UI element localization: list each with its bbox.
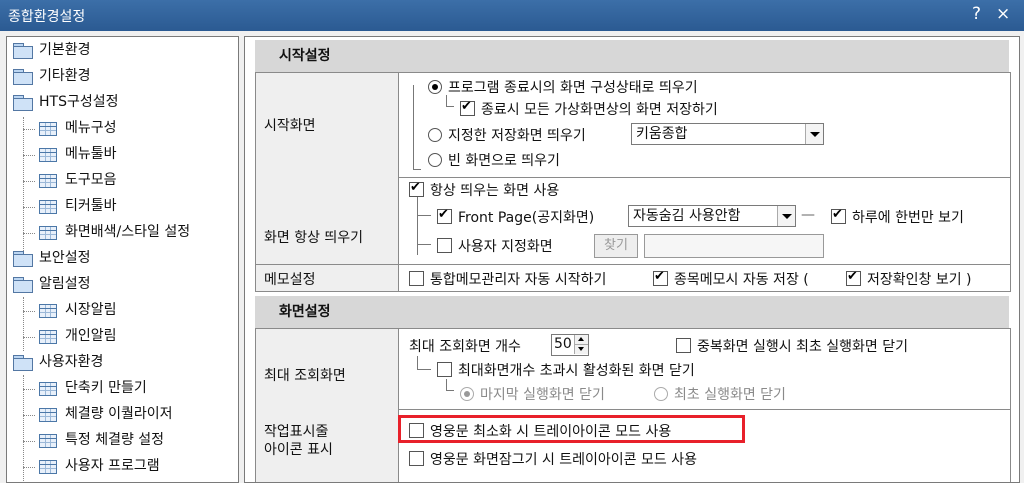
- help-button[interactable]: ?: [972, 4, 981, 24]
- user-defined-input[interactable]: [644, 234, 824, 258]
- checkbox-close-duplicate[interactable]: 중복화면 실행시 최초 실행화면 닫기: [676, 336, 908, 356]
- folder-icon: [13, 69, 33, 85]
- row-start-screen: 시작화면 프로그램 종료시의 화면 구성상태로 띄우기 종료시 모든 가상화면상…: [255, 72, 1011, 178]
- checkbox-user-defined[interactable]: 사용자 지정화면: [437, 236, 553, 256]
- tree-item-hts-config[interactable]: HTS구성설정: [7, 91, 236, 113]
- tree-item-alerts[interactable]: 알림설정: [7, 273, 236, 295]
- folder-icon: [13, 251, 33, 267]
- checkbox-memo-auto-save[interactable]: 종목메모시 자동 저장 (: [653, 269, 809, 289]
- checkbox-save-on-exit[interactable]: 종료시 모든 가상화면상의 화면 저장하기: [460, 99, 718, 119]
- tree-item-personal-alert[interactable]: 개인알림: [7, 325, 236, 347]
- tree-item-ticker-toolbar[interactable]: 티커툴바: [7, 195, 236, 217]
- window-titlebar: 종합환경설정 ? ×: [0, 0, 1024, 31]
- checkbox-lock-tray[interactable]: 영웅문 화면잠그기 시 트레이아이콘 모드 사용: [409, 449, 697, 469]
- chevron-down-icon[interactable]: [777, 206, 795, 226]
- grid-icon: [39, 304, 57, 318]
- tree-item-toolbox[interactable]: 도구모음: [7, 169, 236, 191]
- tree-item-equalizer[interactable]: 체결량 이퀄라이저: [7, 403, 236, 425]
- highlight-box: [398, 415, 745, 443]
- section-header-screen: 화면설정: [255, 296, 1009, 328]
- saved-screen-select[interactable]: 키움종합: [631, 123, 824, 145]
- radio-close-last[interactable]: 마지막 실행화면 닫기: [460, 384, 605, 404]
- tree-item-shortcuts[interactable]: 단축키 만들기: [7, 377, 236, 399]
- separator-dash: —: [801, 207, 815, 223]
- grid-icon: [39, 226, 57, 240]
- folder-icon: [13, 43, 33, 59]
- row-memo: 메모설정 통합메모관리자 자동 시작하기 종목메모시 자동 저장 ( 저장확인창…: [255, 265, 1011, 292]
- grid-icon: [39, 122, 57, 136]
- grid-icon: [39, 382, 57, 396]
- grid-icon: [39, 174, 57, 188]
- radio-restore[interactable]: 프로그램 종료시의 화면 구성상태로 띄우기: [428, 77, 698, 97]
- tree-item-menu-config[interactable]: 메뉴구성: [7, 117, 236, 139]
- tree-item-basic[interactable]: 기본환경: [7, 39, 236, 61]
- grid-icon: [39, 408, 57, 422]
- max-count-stepper[interactable]: 50: [551, 334, 589, 356]
- tree-item-volume-setting[interactable]: 특정 체결량 설정: [7, 429, 236, 451]
- tree-item-etc[interactable]: 기타환경: [7, 65, 236, 87]
- row-label: 시작화면: [256, 73, 399, 177]
- row-always-on: 화면 항상 띄우기 항상 띄우는 화면 사용 Front Page(공지화면) …: [255, 177, 1011, 265]
- grid-icon: [39, 330, 57, 344]
- chevron-up-icon[interactable]: [574, 335, 588, 345]
- folder-open-icon: [13, 277, 33, 293]
- row-label: 화면 항상 띄우기: [256, 177, 399, 264]
- grid-icon: [39, 200, 57, 214]
- radio-blank[interactable]: 빈 화면으로 띄우기: [428, 150, 560, 170]
- tree-item-user-env[interactable]: 사용자환경: [7, 351, 236, 373]
- close-button[interactable]: ×: [996, 4, 1010, 24]
- grid-icon: [39, 460, 57, 474]
- tree-item-menu-toolbar[interactable]: 메뉴툴바: [7, 143, 236, 165]
- checkbox-close-on-exceed[interactable]: 최대화면개수 초과시 활성화된 화면 닫기: [437, 360, 695, 380]
- folder-open-icon: [13, 95, 33, 111]
- front-page-select[interactable]: 자동숨김 사용안함: [628, 205, 796, 227]
- row-label: 최대 조회화면: [256, 329, 399, 409]
- settings-panel: 시작설정 시작화면 프로그램 종료시의 화면 구성상태로 띄우기 종료시 모든 …: [244, 36, 1020, 483]
- settings-tree: 기본환경 기타환경 HTS구성설정 메뉴구성 메뉴툴바 도구모음 티커툴바 화면…: [6, 36, 239, 483]
- checkbox-once-a-day[interactable]: 하루에 한번만 보기: [831, 207, 964, 227]
- checkbox-memo-confirm[interactable]: 저장확인창 보기 ): [846, 269, 972, 289]
- find-button[interactable]: 찾기: [594, 234, 638, 258]
- chevron-down-icon[interactable]: [805, 124, 823, 144]
- radio-saved-screen[interactable]: 지정한 저장화면 띄우기: [428, 125, 586, 145]
- folder-open-icon: [13, 355, 33, 371]
- checkbox-front-page[interactable]: Front Page(공지화면): [437, 207, 594, 227]
- tree-item-user-program[interactable]: 사용자 프로그램: [7, 455, 236, 477]
- tree-item-market-alert[interactable]: 시장알림: [7, 299, 236, 321]
- checkbox-memo-auto-start[interactable]: 통합메모관리자 자동 시작하기: [409, 269, 606, 289]
- grid-icon: [39, 434, 57, 448]
- checkbox-use-always[interactable]: 항상 띄우는 화면 사용: [409, 180, 559, 200]
- chevron-down-icon[interactable]: [574, 345, 588, 354]
- max-count-label: 최대 조회화면 개수: [409, 339, 521, 355]
- tree-item-color-style[interactable]: 화면배색/스타일 설정: [7, 221, 236, 243]
- section-header-start: 시작설정: [255, 40, 1009, 72]
- row-max-screens: 최대 조회화면 최대 조회화면 개수 50 중복화면 실행시 최초 실행화면 닫…: [255, 328, 1011, 410]
- window-title: 종합환경설정: [8, 9, 86, 25]
- row-label: 메모설정: [256, 265, 399, 291]
- tree-item-security[interactable]: 보안설정: [7, 247, 236, 269]
- row-label: 작업표시줄 아이콘 표시: [256, 409, 399, 482]
- grid-icon: [39, 148, 57, 162]
- radio-close-first[interactable]: 최초 실행화면 닫기: [654, 384, 786, 404]
